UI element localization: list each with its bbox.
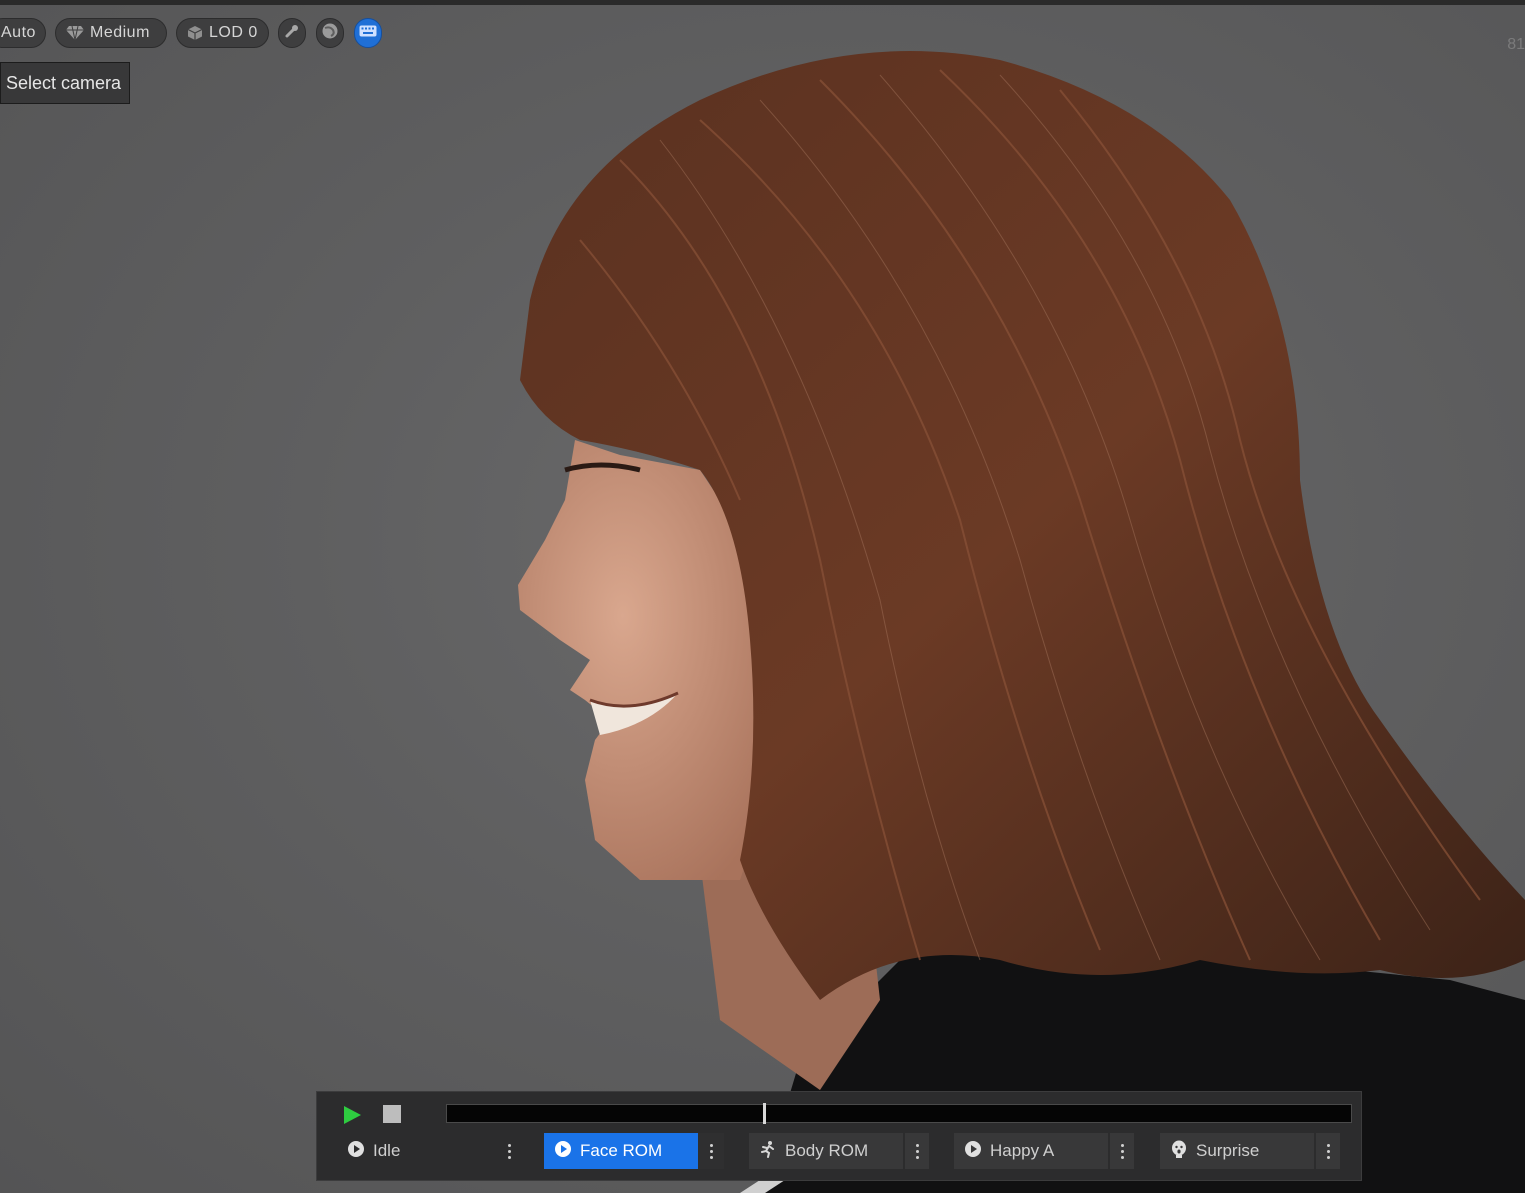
gem-icon (66, 25, 84, 41)
play-circle-icon (347, 1140, 365, 1163)
keyboard-button[interactable] (354, 18, 382, 48)
quality-dropdown[interactable]: Medium (55, 18, 167, 48)
auto-button[interactable]: Auto (0, 18, 46, 48)
more-vert-icon (709, 1143, 713, 1159)
wrench-icon (284, 23, 300, 44)
lod-dropdown[interactable]: LOD 0 (176, 18, 269, 48)
viewport[interactable]: Auto Medium LOD 0 Select camera 81 Idle … (0, 0, 1525, 1193)
keyboard-icon (359, 24, 377, 42)
anim-label: Body ROM (785, 1141, 869, 1160)
more-vert-icon (507, 1143, 511, 1159)
anim-happy-a-more-button[interactable] (1108, 1133, 1134, 1169)
select-camera-label: Select camera (6, 72, 122, 93)
running-figure-icon (759, 1140, 777, 1163)
more-vert-icon (915, 1143, 919, 1159)
fps-readout: 81 (1507, 36, 1525, 53)
anim-idle-more-button[interactable] (496, 1133, 522, 1169)
anim-happy-a[interactable]: Happy A (954, 1133, 1136, 1169)
face-icon (1170, 1140, 1188, 1163)
timeline-scrubber[interactable] (446, 1103, 1352, 1124)
anim-body-rom[interactable]: Body ROM (749, 1133, 931, 1169)
anim-label: Surprise (1196, 1141, 1260, 1160)
stop-button[interactable] (383, 1105, 401, 1123)
character-render (518, 51, 1525, 1193)
lod-label: LOD 0 (209, 24, 258, 41)
auto-label: Auto (1, 24, 36, 41)
anim-body-rom-more-button[interactable] (903, 1133, 929, 1169)
anim-surprise[interactable]: Surprise (1160, 1133, 1342, 1169)
anim-face-rom[interactable]: Face ROM (544, 1133, 724, 1169)
anim-label: Idle (373, 1141, 401, 1160)
anim-surprise-select[interactable]: Surprise (1160, 1133, 1314, 1169)
play-circle-icon (554, 1140, 572, 1163)
anim-idle-select[interactable]: Idle (337, 1133, 496, 1169)
play-icon (341, 1106, 363, 1130)
select-camera-button[interactable]: Select camera (0, 62, 130, 104)
playback-panel: Idle Face ROM Body ROM Happy A Surprise (316, 1091, 1362, 1181)
more-vert-icon (1120, 1143, 1124, 1159)
anim-face-rom-more-button[interactable] (698, 1133, 724, 1169)
sphere-icon (321, 22, 339, 45)
anim-body-rom-select[interactable]: Body ROM (749, 1133, 903, 1169)
play-circle-icon (964, 1140, 982, 1163)
wrench-button[interactable] (278, 18, 306, 48)
anim-idle[interactable]: Idle (337, 1133, 522, 1169)
quality-label: Medium (90, 24, 150, 41)
anim-label: Happy A (990, 1141, 1055, 1160)
more-vert-icon (1326, 1143, 1330, 1159)
anim-surprise-more-button[interactable] (1314, 1133, 1340, 1169)
playhead[interactable] (763, 1103, 766, 1124)
anim-label: Face ROM (580, 1141, 663, 1160)
play-button[interactable] (341, 1104, 363, 1126)
anim-happy-a-select[interactable]: Happy A (954, 1133, 1108, 1169)
cube-icon (187, 25, 203, 41)
sphere-button[interactable] (316, 18, 344, 48)
anim-face-rom-select[interactable]: Face ROM (544, 1133, 698, 1169)
